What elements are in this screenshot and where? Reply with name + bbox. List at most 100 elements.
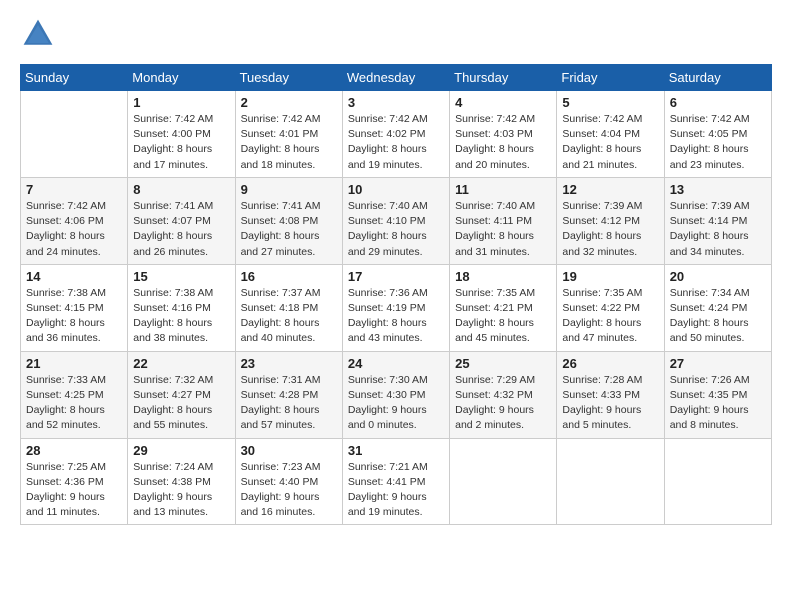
day-info: Sunrise: 7:33 AMSunset: 4:25 PMDaylight:… <box>26 373 122 434</box>
weekday-thursday: Thursday <box>450 65 557 91</box>
day-number: 4 <box>455 95 551 110</box>
day-cell-11: 11 Sunrise: 7:40 AMSunset: 4:11 PMDayligh… <box>450 177 557 264</box>
day-cell-16: 16Sunrise: 7:37 AMSunset: 4:18 PMDayligh… <box>235 264 342 351</box>
day-cell-28: 28Sunrise: 7:25 AMSunset: 4:36 PMDayligh… <box>21 438 128 525</box>
day-info: Sunrise: 7:25 AMSunset: 4:36 PMDaylight:… <box>26 460 122 521</box>
day-cell-9: 9 Sunrise: 7:41 AMSunset: 4:08 PMDaylight… <box>235 177 342 264</box>
day-number: 21 <box>26 356 122 371</box>
day-info: Sunrise: 7:42 AMSunset: 4:01 PMDaylight:… <box>241 112 337 173</box>
day-cell-25: 25 Sunrise: 7:29 AMSunset: 4:32 PMDayligh… <box>450 351 557 438</box>
day-info: Sunrise: 7:21 AMSunset: 4:41 PMDaylight:… <box>348 460 444 521</box>
day-cell-6: 6 Sunrise: 7:42 AMSunset: 4:05 PMDaylight… <box>664 91 771 178</box>
day-info: Sunrise: 7:32 AMSunset: 4:27 PMDaylight:… <box>133 373 229 434</box>
day-number: 18 <box>455 269 551 284</box>
day-cell-27: 27Sunrise: 7:26 AMSunset: 4:35 PMDayligh… <box>664 351 771 438</box>
day-cell-20: 20 Sunrise: 7:34 AMSunset: 4:24 PMDayligh… <box>664 264 771 351</box>
day-number: 15 <box>133 269 229 284</box>
day-info: Sunrise: 7:35 AMSunset: 4:22 PMDaylight:… <box>562 286 658 347</box>
day-number: 10 <box>348 182 444 197</box>
day-number: 19 <box>562 269 658 284</box>
day-number: 22 <box>133 356 229 371</box>
weekday-tuesday: Tuesday <box>235 65 342 91</box>
day-cell-24: 24 Sunrise: 7:30 AMSunset: 4:30 PMDayligh… <box>342 351 449 438</box>
day-number: 11 <box>455 182 551 197</box>
day-info: Sunrise: 7:36 AMSunset: 4:19 PMDaylight:… <box>348 286 444 347</box>
day-info: Sunrise: 7:30 AMSunset: 4:30 PMDaylight:… <box>348 373 444 434</box>
day-cell-29: 29Sunrise: 7:24 AMSunset: 4:38 PMDayligh… <box>128 438 235 525</box>
day-number: 25 <box>455 356 551 371</box>
day-number: 9 <box>241 182 337 197</box>
day-cell-8: 8 Sunrise: 7:41 AMSunset: 4:07 PMDaylight… <box>128 177 235 264</box>
day-info: Sunrise: 7:34 AMSunset: 4:24 PMDaylight:… <box>670 286 766 347</box>
day-info: Sunrise: 7:42 AMSunset: 4:06 PMDaylight:… <box>26 199 122 260</box>
weekday-saturday: Saturday <box>664 65 771 91</box>
day-info: Sunrise: 7:31 AMSunset: 4:28 PMDaylight:… <box>241 373 337 434</box>
empty-cell <box>557 438 664 525</box>
weekday-monday: Monday <box>128 65 235 91</box>
day-info: Sunrise: 7:26 AMSunset: 4:35 PMDaylight:… <box>670 373 766 434</box>
day-cell-7: 7 Sunrise: 7:42 AMSunset: 4:06 PMDaylight… <box>21 177 128 264</box>
empty-cell <box>21 91 128 178</box>
calendar-table: SundayMondayTuesdayWednesdayThursdayFrid… <box>20 64 772 525</box>
day-info: Sunrise: 7:42 AMSunset: 4:03 PMDaylight:… <box>455 112 551 173</box>
logo <box>20 16 60 52</box>
day-cell-1: 1Sunrise: 7:42 AMSunset: 4:00 PMDaylight… <box>128 91 235 178</box>
day-number: 8 <box>133 182 229 197</box>
day-info: Sunrise: 7:29 AMSunset: 4:32 PMDaylight:… <box>455 373 551 434</box>
day-cell-14: 14 Sunrise: 7:38 AMSunset: 4:15 PMDayligh… <box>21 264 128 351</box>
day-cell-2: 2Sunrise: 7:42 AMSunset: 4:01 PMDaylight… <box>235 91 342 178</box>
weekday-wednesday: Wednesday <box>342 65 449 91</box>
day-cell-23: 23 Sunrise: 7:31 AMSunset: 4:28 PMDayligh… <box>235 351 342 438</box>
header <box>20 16 772 52</box>
day-info: Sunrise: 7:38 AMSunset: 4:15 PMDaylight:… <box>26 286 122 347</box>
day-cell-4: 4 Sunrise: 7:42 AMSunset: 4:03 PMDaylight… <box>450 91 557 178</box>
day-number: 3 <box>348 95 444 110</box>
day-number: 23 <box>241 356 337 371</box>
day-cell-18: 18 Sunrise: 7:35 AMSunset: 4:21 PMDayligh… <box>450 264 557 351</box>
day-cell-19: 19 Sunrise: 7:35 AMSunset: 4:22 PMDayligh… <box>557 264 664 351</box>
day-number: 7 <box>26 182 122 197</box>
day-info: Sunrise: 7:42 AMSunset: 4:04 PMDaylight:… <box>562 112 658 173</box>
empty-cell <box>450 438 557 525</box>
logo-icon <box>20 16 56 52</box>
day-cell-13: 13Sunrise: 7:39 AMSunset: 4:14 PMDayligh… <box>664 177 771 264</box>
week-row-5: 28Sunrise: 7:25 AMSunset: 4:36 PMDayligh… <box>21 438 772 525</box>
day-number: 31 <box>348 443 444 458</box>
day-number: 14 <box>26 269 122 284</box>
day-info: Sunrise: 7:23 AMSunset: 4:40 PMDaylight:… <box>241 460 337 521</box>
empty-cell <box>664 438 771 525</box>
week-row-1: 1Sunrise: 7:42 AMSunset: 4:00 PMDaylight… <box>21 91 772 178</box>
day-cell-26: 26 Sunrise: 7:28 AMSunset: 4:33 PMDayligh… <box>557 351 664 438</box>
weekday-sunday: Sunday <box>21 65 128 91</box>
day-info: Sunrise: 7:39 AMSunset: 4:12 PMDaylight:… <box>562 199 658 260</box>
calendar-container: SundayMondayTuesdayWednesdayThursdayFrid… <box>0 0 792 541</box>
day-info: Sunrise: 7:42 AMSunset: 4:00 PMDaylight:… <box>133 112 229 173</box>
day-info: Sunrise: 7:40 AMSunset: 4:11 PMDaylight:… <box>455 199 551 260</box>
day-info: Sunrise: 7:24 AMSunset: 4:38 PMDaylight:… <box>133 460 229 521</box>
day-number: 24 <box>348 356 444 371</box>
day-cell-3: 3Sunrise: 7:42 AMSunset: 4:02 PMDaylight… <box>342 91 449 178</box>
day-number: 30 <box>241 443 337 458</box>
week-row-4: 21 Sunrise: 7:33 AMSunset: 4:25 PMDayligh… <box>21 351 772 438</box>
day-number: 12 <box>562 182 658 197</box>
week-row-2: 7 Sunrise: 7:42 AMSunset: 4:06 PMDaylight… <box>21 177 772 264</box>
day-cell-12: 12 Sunrise: 7:39 AMSunset: 4:12 PMDayligh… <box>557 177 664 264</box>
day-cell-31: 31 Sunrise: 7:21 AMSunset: 4:41 PMDayligh… <box>342 438 449 525</box>
weekday-header-row: SundayMondayTuesdayWednesdayThursdayFrid… <box>21 65 772 91</box>
day-cell-21: 21 Sunrise: 7:33 AMSunset: 4:25 PMDayligh… <box>21 351 128 438</box>
day-number: 26 <box>562 356 658 371</box>
day-number: 13 <box>670 182 766 197</box>
day-cell-5: 5Sunrise: 7:42 AMSunset: 4:04 PMDaylight… <box>557 91 664 178</box>
day-info: Sunrise: 7:42 AMSunset: 4:05 PMDaylight:… <box>670 112 766 173</box>
day-number: 16 <box>241 269 337 284</box>
day-number: 20 <box>670 269 766 284</box>
day-info: Sunrise: 7:35 AMSunset: 4:21 PMDaylight:… <box>455 286 551 347</box>
day-cell-17: 17Sunrise: 7:36 AMSunset: 4:19 PMDayligh… <box>342 264 449 351</box>
day-cell-30: 30 Sunrise: 7:23 AMSunset: 4:40 PMDayligh… <box>235 438 342 525</box>
day-info: Sunrise: 7:38 AMSunset: 4:16 PMDaylight:… <box>133 286 229 347</box>
day-info: Sunrise: 7:41 AMSunset: 4:07 PMDaylight:… <box>133 199 229 260</box>
day-info: Sunrise: 7:28 AMSunset: 4:33 PMDaylight:… <box>562 373 658 434</box>
weekday-friday: Friday <box>557 65 664 91</box>
day-info: Sunrise: 7:41 AMSunset: 4:08 PMDaylight:… <box>241 199 337 260</box>
day-number: 6 <box>670 95 766 110</box>
